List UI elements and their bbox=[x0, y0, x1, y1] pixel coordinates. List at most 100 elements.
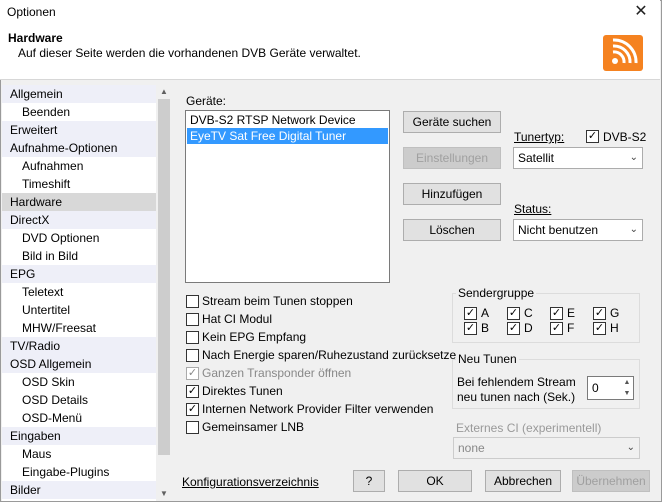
option-checkbox[interactable] bbox=[186, 349, 199, 362]
search-devices-button[interactable]: Geräte suchen bbox=[403, 111, 501, 133]
scroll-thumb[interactable] bbox=[158, 99, 170, 455]
sendergruppe-checkbox[interactable]: ✓ bbox=[464, 307, 477, 320]
sidebar-item[interactable]: EPG bbox=[2, 265, 157, 283]
option-label: Ganzen Transponder öffnen bbox=[202, 366, 352, 380]
external-ci-label: Externes CI (experimentell) bbox=[456, 421, 602, 435]
sidebar-item[interactable]: Eingaben bbox=[2, 427, 157, 445]
option-label: Direktes Tunen bbox=[202, 384, 283, 398]
sendergruppe-label: E bbox=[567, 306, 576, 320]
spin-up-icon[interactable]: ▲ bbox=[622, 377, 632, 388]
option-label: Stream beim Tunen stoppen bbox=[202, 294, 353, 308]
sidebar-item[interactable]: OSD Skin bbox=[2, 373, 157, 391]
help-button[interactable]: ? bbox=[353, 470, 385, 492]
option-label: Gemeinsamer LNB bbox=[202, 420, 305, 434]
status-select[interactable]: Nicht benutzen ⌄ bbox=[513, 219, 643, 241]
device-list-item[interactable]: DVB-S2 RTSP Network Device bbox=[187, 112, 388, 128]
sendergruppe-title: Sendergruppe bbox=[456, 286, 537, 300]
sidebar-item[interactable]: TV/Radio bbox=[2, 337, 157, 355]
option-checkbox[interactable]: ✓ bbox=[186, 385, 199, 398]
chevron-down-icon: ⌄ bbox=[629, 224, 638, 235]
external-ci-value: none bbox=[458, 441, 485, 455]
cancel-button[interactable]: Abbrechen bbox=[485, 470, 561, 492]
category-tree[interactable]: Allgemein Beenden Erweitert Aufnahme-Option… bbox=[2, 85, 172, 501]
sidebar-item[interactable]: Erweitert bbox=[2, 121, 157, 139]
sidebar-item[interactable]: OSD Allgemein bbox=[2, 355, 157, 373]
sendergruppe-checkbox[interactable]: ✓ bbox=[507, 307, 520, 320]
option-checkbox[interactable]: ✓ bbox=[186, 367, 199, 380]
apply-button[interactable]: Übernehmen bbox=[572, 470, 650, 492]
sidebar-item[interactable]: Bild in Bild bbox=[2, 247, 157, 265]
device-list-item[interactable]: EyeTV Sat Free Digital Tuner bbox=[187, 128, 388, 144]
sidebar-item[interactable]: DirectX bbox=[2, 211, 157, 229]
sendergruppe-checkbox[interactable]: ✓ bbox=[464, 322, 477, 335]
sidebar-item[interactable]: Aufnahmen bbox=[2, 157, 157, 175]
option-checkbox[interactable] bbox=[186, 313, 199, 326]
tunertype-select[interactable]: Satellit ⌄ bbox=[513, 147, 643, 169]
close-icon[interactable]: ✕ bbox=[622, 0, 660, 26]
sidebar-item[interactable]: Eingabe-Plugins bbox=[2, 463, 157, 481]
dvbviewer-logo-icon bbox=[603, 35, 643, 71]
sendergruppe-label: B bbox=[481, 321, 490, 335]
scroll-down-icon[interactable]: ▼ bbox=[156, 487, 172, 501]
option-label: Hat CI Modul bbox=[202, 312, 273, 326]
sendergruppe-label: G bbox=[610, 306, 620, 320]
option-label: Nach Energie sparen/Ruhezustand zurückse… bbox=[202, 348, 457, 362]
scroll-up-icon[interactable]: ▲ bbox=[156, 85, 172, 99]
dvbs2-checkbox[interactable]: ✓ bbox=[586, 130, 599, 143]
sendergruppe-label: H bbox=[610, 321, 619, 335]
sidebar-item[interactable]: Untertitel bbox=[2, 301, 157, 319]
option-label: Internen Network Provider Filter verwend… bbox=[202, 402, 434, 416]
sendergruppe-checkbox[interactable]: ✓ bbox=[593, 322, 606, 335]
sidebar-item[interactable]: Maus bbox=[2, 445, 157, 463]
sendergruppe-checkbox[interactable]: ✓ bbox=[550, 307, 563, 320]
sidebar-item[interactable]: Beenden bbox=[2, 103, 157, 121]
sidebar-item[interactable]: OSD-Menü bbox=[2, 409, 157, 427]
sendergruppe-label: F bbox=[567, 321, 575, 335]
retune-seconds-input[interactable]: 0 ▲ ▼ bbox=[587, 376, 634, 400]
sendergruppe-checkbox[interactable]: ✓ bbox=[507, 322, 520, 335]
config-directory-link[interactable]: Konfigurationsverzeichnis bbox=[182, 475, 319, 489]
sidebar-item[interactable]: Aufnahme-Optionen bbox=[2, 139, 157, 157]
sidebar-item[interactable]: DVD Optionen bbox=[2, 229, 157, 247]
neutunen-label-2: neu tunen nach (Sek.) bbox=[457, 390, 576, 404]
chevron-down-icon: ⌄ bbox=[626, 442, 635, 453]
status-value: Nicht benutzen bbox=[518, 223, 599, 237]
sendergruppe-label: C bbox=[524, 306, 533, 320]
retune-seconds-value: 0 bbox=[592, 381, 599, 395]
sendergruppe-label: A bbox=[481, 306, 490, 320]
tunertype-label: Tunertyp: bbox=[514, 130, 565, 144]
sidebar-item[interactable]: Hardware bbox=[2, 193, 157, 211]
tree-scrollbar[interactable]: ▲ ▼ bbox=[156, 85, 172, 501]
chevron-down-icon: ⌄ bbox=[629, 152, 638, 163]
sendergruppe-checkbox[interactable]: ✓ bbox=[593, 307, 606, 320]
sidebar-item[interactable]: Bilder bbox=[2, 481, 157, 499]
settings-button[interactable]: Einstellungen bbox=[403, 147, 501, 169]
title-bar bbox=[0, 0, 660, 26]
sidebar-item[interactable]: Teletext bbox=[2, 283, 157, 301]
sendergruppe-checkbox[interactable]: ✓ bbox=[550, 322, 563, 335]
delete-button[interactable]: Löschen bbox=[403, 219, 501, 241]
device-list[interactable]: DVB-S2 RTSP Network Device EyeTV Sat Free… bbox=[185, 110, 390, 283]
external-ci-select[interactable]: none ⌄ bbox=[453, 437, 640, 459]
neutunen-title: Neu Tunen bbox=[456, 352, 519, 366]
sidebar-item[interactable]: MHW/Freesat bbox=[2, 319, 157, 337]
tunertype-value: Satellit bbox=[518, 151, 555, 165]
sidebar-item[interactable]: Allgemein bbox=[2, 85, 157, 103]
spin-down-icon[interactable]: ▼ bbox=[622, 388, 632, 399]
option-label: Kein EPG Empfang bbox=[202, 330, 307, 344]
option-checkbox[interactable] bbox=[186, 421, 199, 434]
sendergruppe-label: D bbox=[524, 321, 533, 335]
page-subtitle: Auf dieser Seite werden die vorhandenen … bbox=[18, 46, 361, 60]
add-button[interactable]: Hinzufügen bbox=[403, 183, 501, 205]
option-checkbox[interactable] bbox=[186, 331, 199, 344]
dvbs2-label: DVB-S2 bbox=[603, 130, 647, 144]
sidebar-item[interactable]: OSD Details bbox=[2, 391, 157, 409]
page-title: Hardware bbox=[8, 31, 63, 45]
option-checkbox[interactable] bbox=[186, 295, 199, 308]
devices-label: Geräte: bbox=[186, 94, 227, 108]
sidebar-item[interactable]: Timeshift bbox=[2, 175, 157, 193]
option-checkbox[interactable]: ✓ bbox=[186, 403, 199, 416]
neutunen-label-1: Bei fehlendem Stream bbox=[457, 375, 576, 389]
status-label: Status: bbox=[514, 202, 552, 216]
ok-button[interactable]: OK bbox=[398, 470, 472, 492]
